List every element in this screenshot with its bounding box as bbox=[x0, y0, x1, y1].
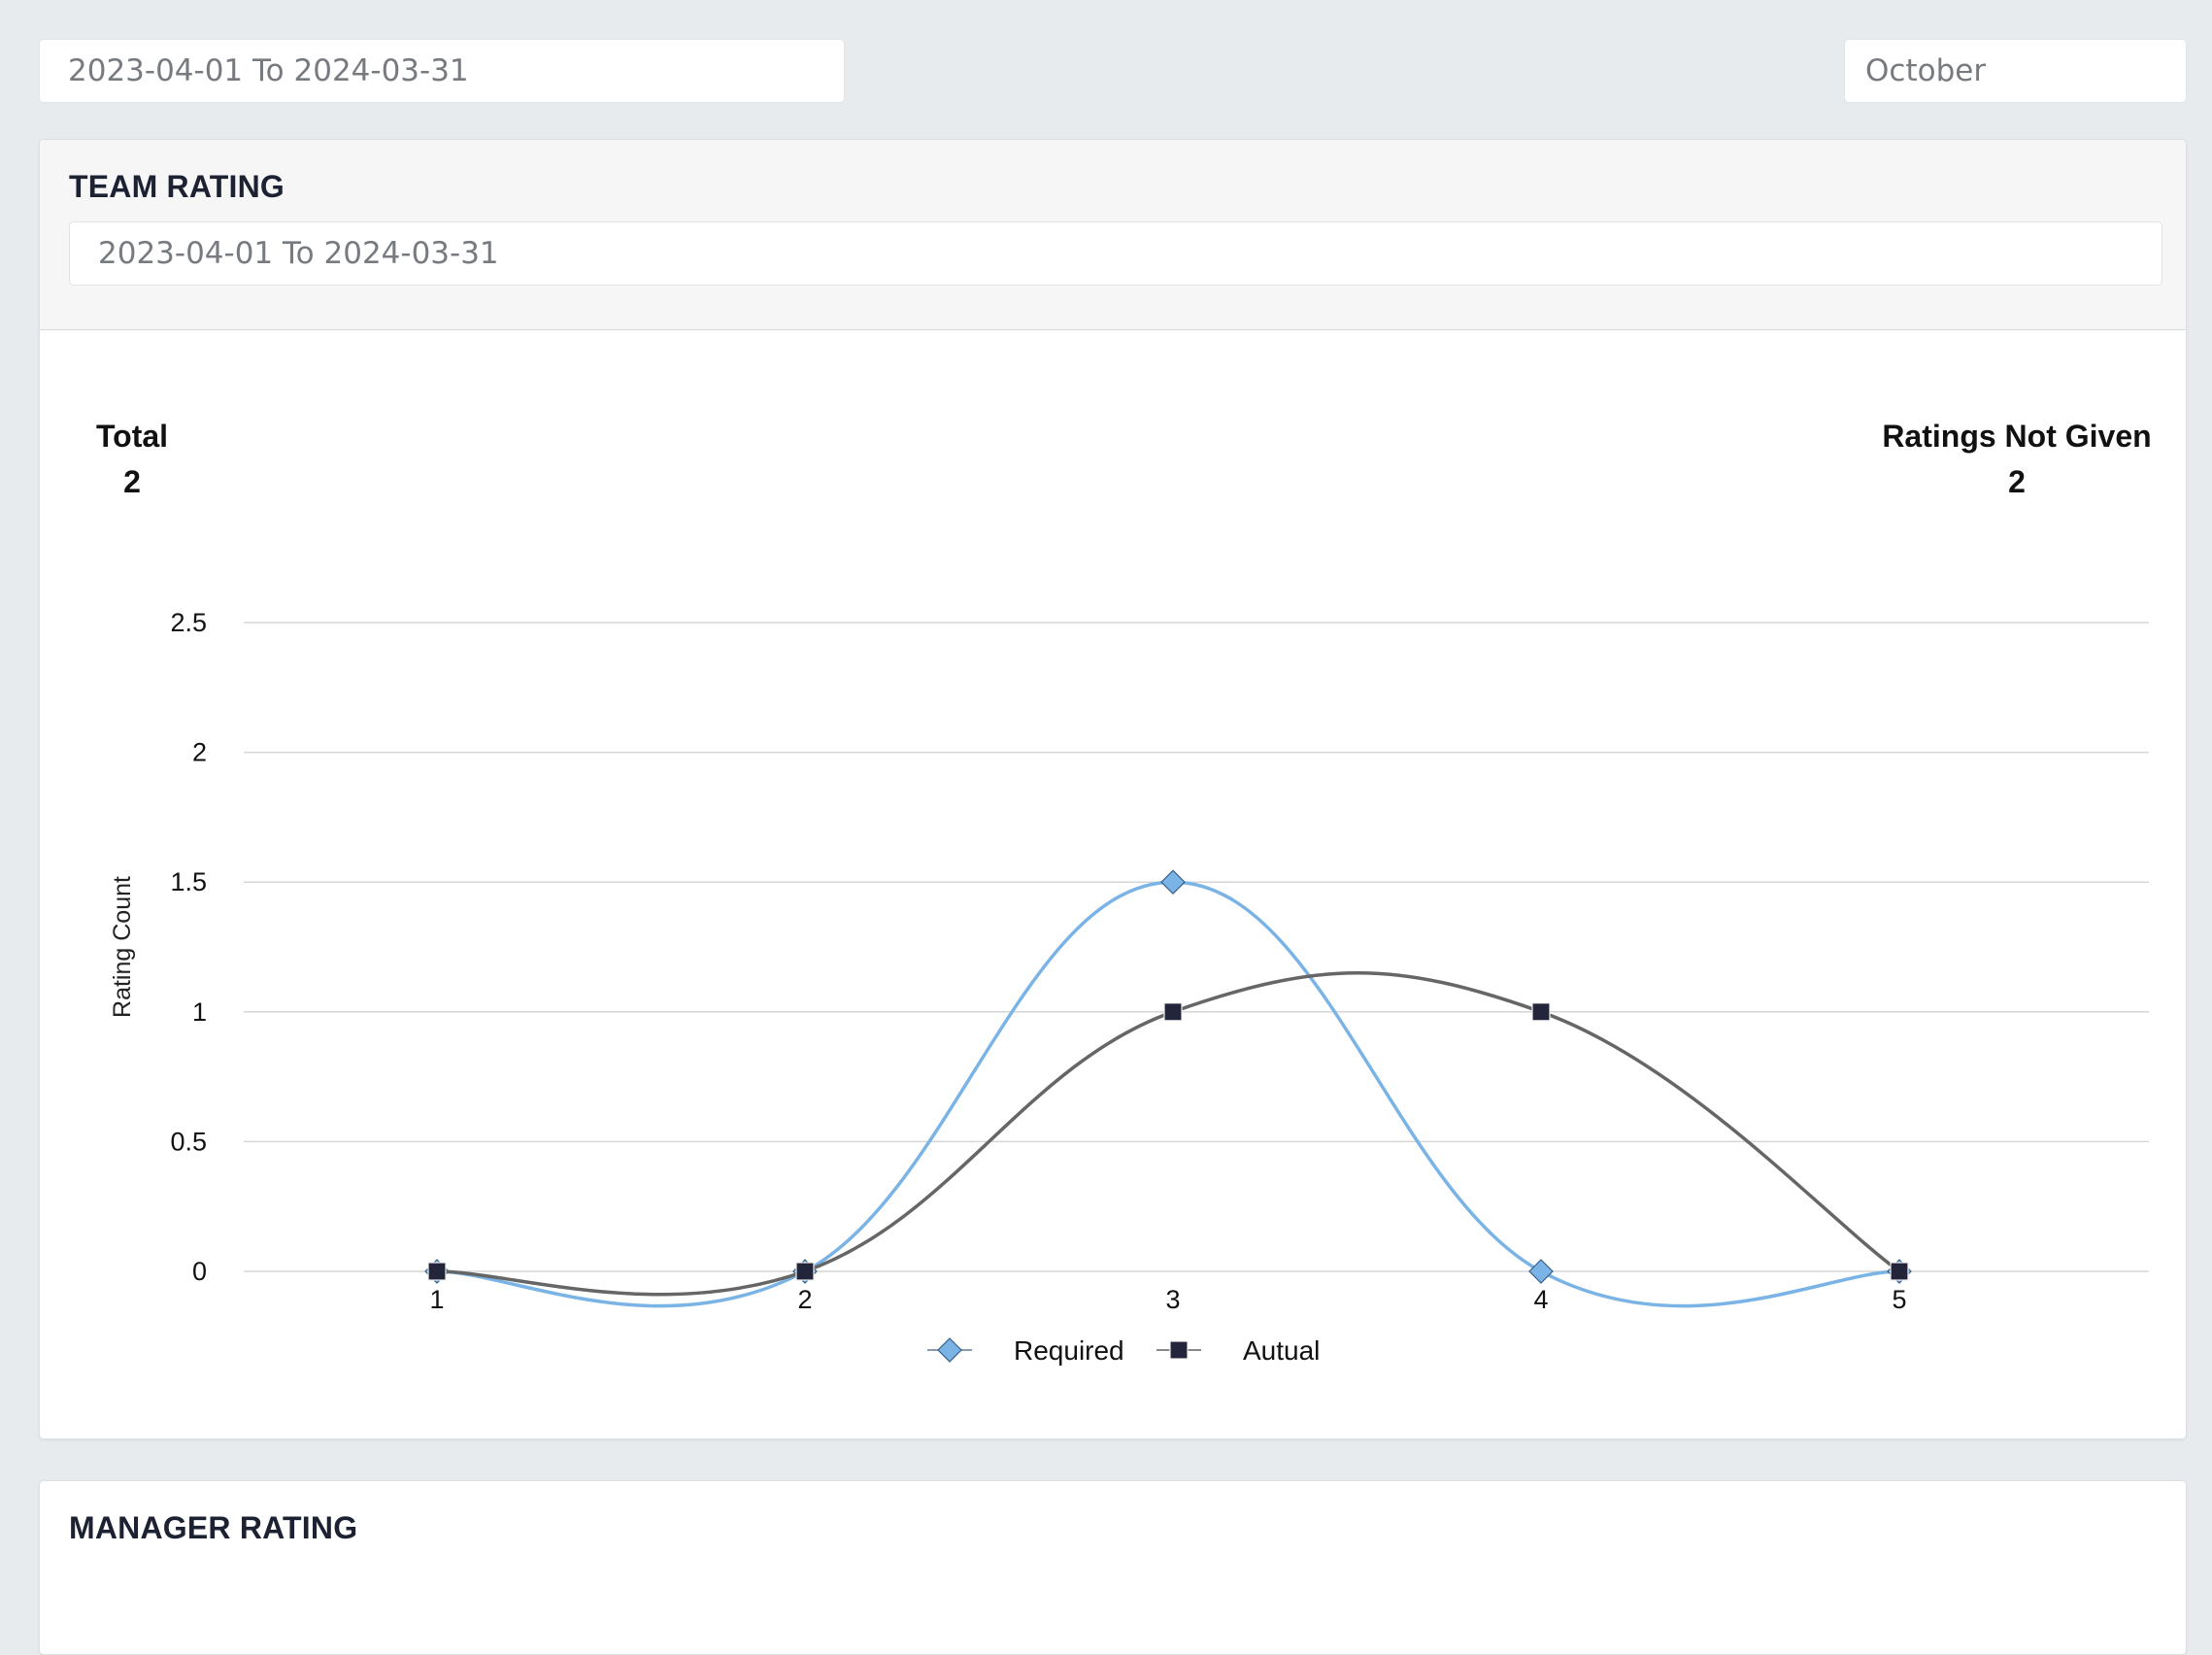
data-point[interactable] bbox=[795, 1262, 815, 1281]
legend-label: Required bbox=[1014, 1335, 1124, 1366]
x-tick-label: 3 bbox=[1165, 1285, 1180, 1314]
x-axis-ticks: 1 2 3 4 5 bbox=[429, 1285, 1906, 1314]
data-point[interactable] bbox=[1163, 1002, 1183, 1022]
y-tick-label: 2.5 bbox=[170, 608, 207, 637]
y-tick-label: 1 bbox=[192, 997, 207, 1027]
data-point[interactable] bbox=[1528, 1259, 1554, 1284]
x-tick-label: 4 bbox=[1533, 1285, 1548, 1314]
chart-legend[interactable]: Required Autual bbox=[927, 1335, 1320, 1366]
legend-marker[interactable] bbox=[937, 1337, 962, 1363]
y-tick-label: 0.5 bbox=[170, 1127, 207, 1156]
series-0 bbox=[424, 869, 1912, 1308]
series-1 bbox=[427, 970, 1909, 1297]
date-range-input[interactable]: 2023-04-01 To 2024-03-31 bbox=[39, 39, 845, 103]
legend-marker[interactable] bbox=[1169, 1340, 1189, 1360]
y-tick-label: 0 bbox=[192, 1257, 207, 1286]
data-point[interactable] bbox=[1160, 869, 1186, 895]
legend-item[interactable]: Required bbox=[927, 1335, 1124, 1366]
x-tick-label: 1 bbox=[429, 1285, 444, 1314]
y-axis-label: Rating Count bbox=[109, 876, 136, 1018]
rating-line-chart: 0 0.5 1 1.5 2 2.5 1 2 3 4 5 Rating Count Required… bbox=[109, 608, 2149, 1366]
chart-series bbox=[424, 869, 1912, 1308]
chart-grid bbox=[244, 622, 2149, 1272]
y-axis-ticks: 0 0.5 1 1.5 2 2.5 bbox=[170, 608, 207, 1286]
data-point[interactable] bbox=[1531, 1002, 1551, 1022]
y-tick-label: 1.5 bbox=[170, 867, 207, 896]
series-line bbox=[436, 880, 1900, 1308]
manager-rating-title: MANAGER RATING bbox=[69, 1510, 358, 1545]
month-select[interactable]: October bbox=[1844, 39, 2187, 103]
x-tick-label: 5 bbox=[1892, 1285, 1906, 1314]
manager-rating-card: MANAGER RATING bbox=[39, 1480, 2187, 1655]
legend-item[interactable]: Autual bbox=[1156, 1335, 1320, 1366]
legend-label: Autual bbox=[1243, 1335, 1320, 1366]
data-point[interactable] bbox=[1890, 1262, 1909, 1281]
y-tick-label: 2 bbox=[192, 738, 207, 767]
team-rating-card: TEAM RATING 2023-04-01 To 2024-03-31 Tot… bbox=[39, 139, 2187, 1439]
data-point[interactable] bbox=[427, 1262, 447, 1281]
x-tick-label: 2 bbox=[797, 1285, 812, 1314]
